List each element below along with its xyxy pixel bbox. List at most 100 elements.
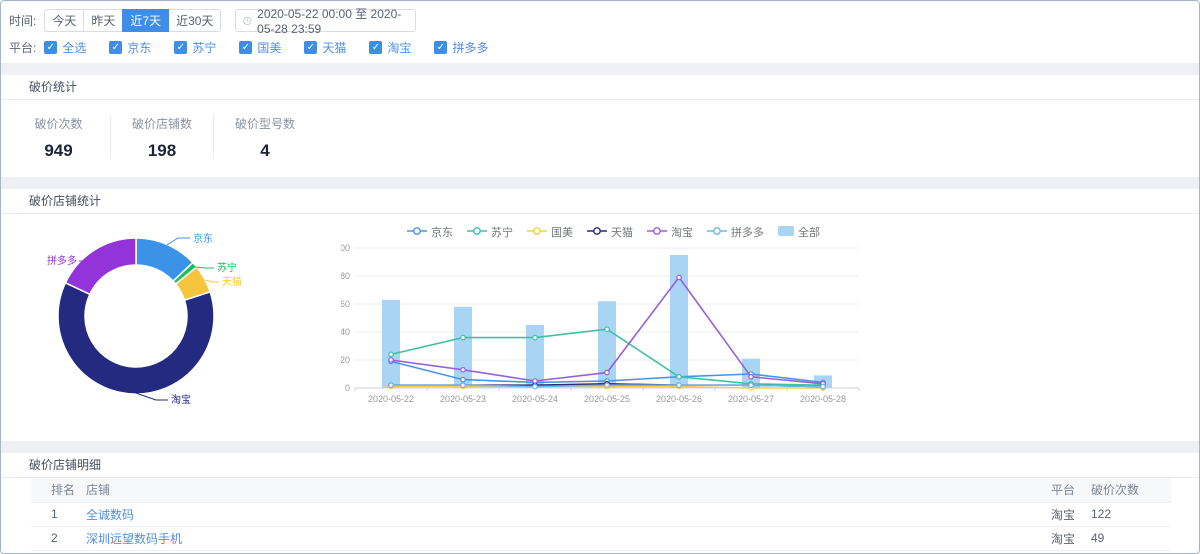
svg-text:100: 100 [341, 243, 350, 253]
platform-checkbox-label: 京东 [127, 41, 152, 55]
line-marker-icon [647, 226, 667, 239]
time-filter-label: 时间: [9, 14, 37, 28]
stat-shop-count: 破价店铺数 198 [110, 115, 213, 160]
legend-item-jd[interactable]: 京东 [407, 224, 453, 240]
column-header-platform: 平台 [1051, 478, 1091, 503]
time-button-today[interactable]: 今天 [44, 9, 85, 32]
legend-label: 拼多多 [731, 227, 764, 239]
svg-text:2020-05-26: 2020-05-26 [656, 394, 702, 404]
stats-section-title: 破价统计 [1, 75, 1199, 100]
legend-label: 国美 [551, 227, 573, 239]
line-marker-icon [707, 226, 727, 239]
svg-text:淘宝: 淘宝 [171, 393, 191, 406]
svg-text:40: 40 [341, 327, 350, 337]
svg-text:2020-05-27: 2020-05-27 [728, 394, 774, 404]
stat-value: 949 [44, 141, 73, 160]
table-row: 2 深圳远望数码手机 淘宝 49 [31, 526, 1171, 551]
time-filter-row: 时间: 今天 昨天 近7天 近30天 2020-05-22 00:00 至 20… [9, 7, 1191, 36]
shop-detail-table: 排名 店铺 平台 破价次数 1 全诚数码 淘宝 122 2 深圳远望数码手机 淘… [31, 478, 1171, 553]
platform-checkbox-label: 淘宝 [387, 41, 412, 55]
line-marker-icon [467, 226, 487, 239]
time-button-group: 今天 昨天 近7天 近30天 [44, 9, 222, 32]
svg-text:2020-05-28: 2020-05-28 [800, 394, 846, 404]
shop-link[interactable]: 全诚数码 [86, 508, 134, 522]
section-separator [1, 177, 1199, 189]
platform-filter-label: 平台: [9, 41, 37, 55]
time-button-last7days[interactable]: 近7天 [122, 9, 170, 32]
legend-item-taobao[interactable]: 淘宝 [647, 224, 693, 240]
dashboard-page: 时间: 今天 昨天 近7天 近30天 2020-05-22 00:00 至 20… [0, 0, 1200, 554]
platform-checkbox-label: 拼多多 [452, 41, 489, 55]
date-range-input[interactable]: 2020-05-22 00:00 至 2020-05-28 23:59 [235, 7, 417, 36]
line-marker-icon [587, 226, 607, 239]
legend-label: 淘宝 [671, 227, 693, 239]
platform-checkbox-tmall[interactable]: ✓ 天猫 [304, 39, 346, 56]
shops-section-title: 破价店铺统计 [1, 189, 1199, 214]
shop-cell: 老男孩手机通讯 [86, 550, 1051, 553]
section-separator [1, 441, 1199, 453]
legend-item-tmall[interactable]: 天猫 [587, 224, 633, 240]
svg-text:京东: 京东 [193, 232, 213, 245]
svg-text:0: 0 [345, 383, 350, 393]
time-button-yesterday[interactable]: 昨天 [83, 9, 124, 32]
stat-label: 破价次数 [34, 117, 83, 131]
column-header-count: 破价次数 [1091, 478, 1171, 503]
legend-item-pdd[interactable]: 拼多多 [707, 224, 764, 240]
platform-cell: 淘宝 [1051, 526, 1091, 551]
shop-cell: 深圳远望数码手机 [86, 526, 1051, 551]
platform-cell: 淘宝 [1051, 502, 1091, 527]
checkbox-checked-icon: ✓ [109, 41, 123, 54]
line-chart-svg: 0 20 40 60 80 100 2020-05-22 2020-05-23 2020-05-… [335, 243, 860, 404]
column-header-shop: 店铺 [86, 478, 1051, 503]
svg-text:80: 80 [341, 271, 350, 281]
legend-item-suning[interactable]: 苏宁 [467, 224, 513, 240]
platform-checkbox-label: 全选 [62, 41, 87, 55]
svg-text:2020-05-23: 2020-05-23 [440, 394, 486, 404]
date-range-value: 2020-05-22 00:00 至 2020-05-28 23:59 [257, 7, 402, 36]
platform-checkbox-jd[interactable]: ✓ 京东 [109, 39, 151, 56]
platform-filter-row: 平台: ✓ 全选 ✓ 京东 ✓ 苏宁 ✓ 国美 ✓ 天猫 ✓ 淘宝 ✓ 拼多多 [9, 35, 1191, 60]
stat-break-count: 破价次数 949 [7, 115, 110, 160]
stat-label: 破价店铺数 [131, 117, 192, 131]
platform-checkbox-label: 苏宁 [192, 41, 217, 55]
column-header-rank: 排名 [31, 478, 86, 503]
platform-checkbox-taobao[interactable]: ✓ 淘宝 [369, 39, 411, 56]
checkbox-checked-icon: ✓ [304, 41, 318, 54]
checkbox-checked-icon: ✓ [434, 41, 448, 54]
platform-checkbox-gome[interactable]: ✓ 国美 [239, 39, 281, 56]
checkbox-checked-icon: ✓ [174, 41, 188, 54]
legend-label: 全部 [798, 227, 820, 239]
checkbox-checked-icon: ✓ [369, 41, 383, 54]
platform-checkbox-label: 天猫 [322, 41, 347, 55]
legend-label: 苏宁 [491, 227, 513, 239]
bar-marker-icon [778, 225, 794, 239]
filter-panel: 时间: 今天 昨天 近7天 近30天 2020-05-22 00:00 至 20… [1, 1, 1199, 63]
time-button-last30days[interactable]: 近30天 [168, 9, 222, 32]
table-row: 1 全诚数码 淘宝 122 [31, 502, 1171, 527]
checkbox-checked-icon: ✓ [239, 41, 253, 54]
line-marker-icon [527, 226, 547, 239]
svg-text:20: 20 [341, 355, 350, 365]
platform-checkbox-all[interactable]: ✓ 全选 [44, 39, 86, 56]
table-header-row: 排名 店铺 平台 破价次数 [31, 478, 1171, 503]
stat-value: 4 [260, 141, 270, 160]
stats-row: 破价次数 949 破价店铺数 198 破价型号数 4 [1, 100, 1199, 177]
svg-text:2020-05-25: 2020-05-25 [584, 394, 630, 404]
legend-label: 天猫 [611, 227, 633, 239]
svg-text:天猫: 天猫 [222, 275, 242, 288]
stat-label: 破价型号数 [234, 117, 295, 131]
legend-item-gome[interactable]: 国美 [527, 224, 573, 240]
platform-checkbox-pdd[interactable]: ✓ 拼多多 [434, 39, 488, 56]
legend-label: 京东 [431, 227, 453, 239]
clock-icon [243, 16, 252, 25]
rank-cell: 3 [31, 550, 86, 553]
detail-section-title: 破价店铺明细 [1, 453, 1199, 478]
shop-cell: 全诚数码 [86, 502, 1051, 527]
donut-svg: 京东苏宁天猫淘宝 拼多多 [47, 232, 242, 406]
line-marker-icon [407, 226, 427, 239]
shop-link[interactable]: 深圳远望数码手机 [86, 532, 182, 546]
platform-checkbox-suning[interactable]: ✓ 苏宁 [174, 39, 216, 56]
svg-text:苏宁: 苏宁 [217, 261, 237, 274]
svg-text:60: 60 [341, 299, 350, 309]
legend-item-all[interactable]: 全部 [778, 224, 820, 240]
